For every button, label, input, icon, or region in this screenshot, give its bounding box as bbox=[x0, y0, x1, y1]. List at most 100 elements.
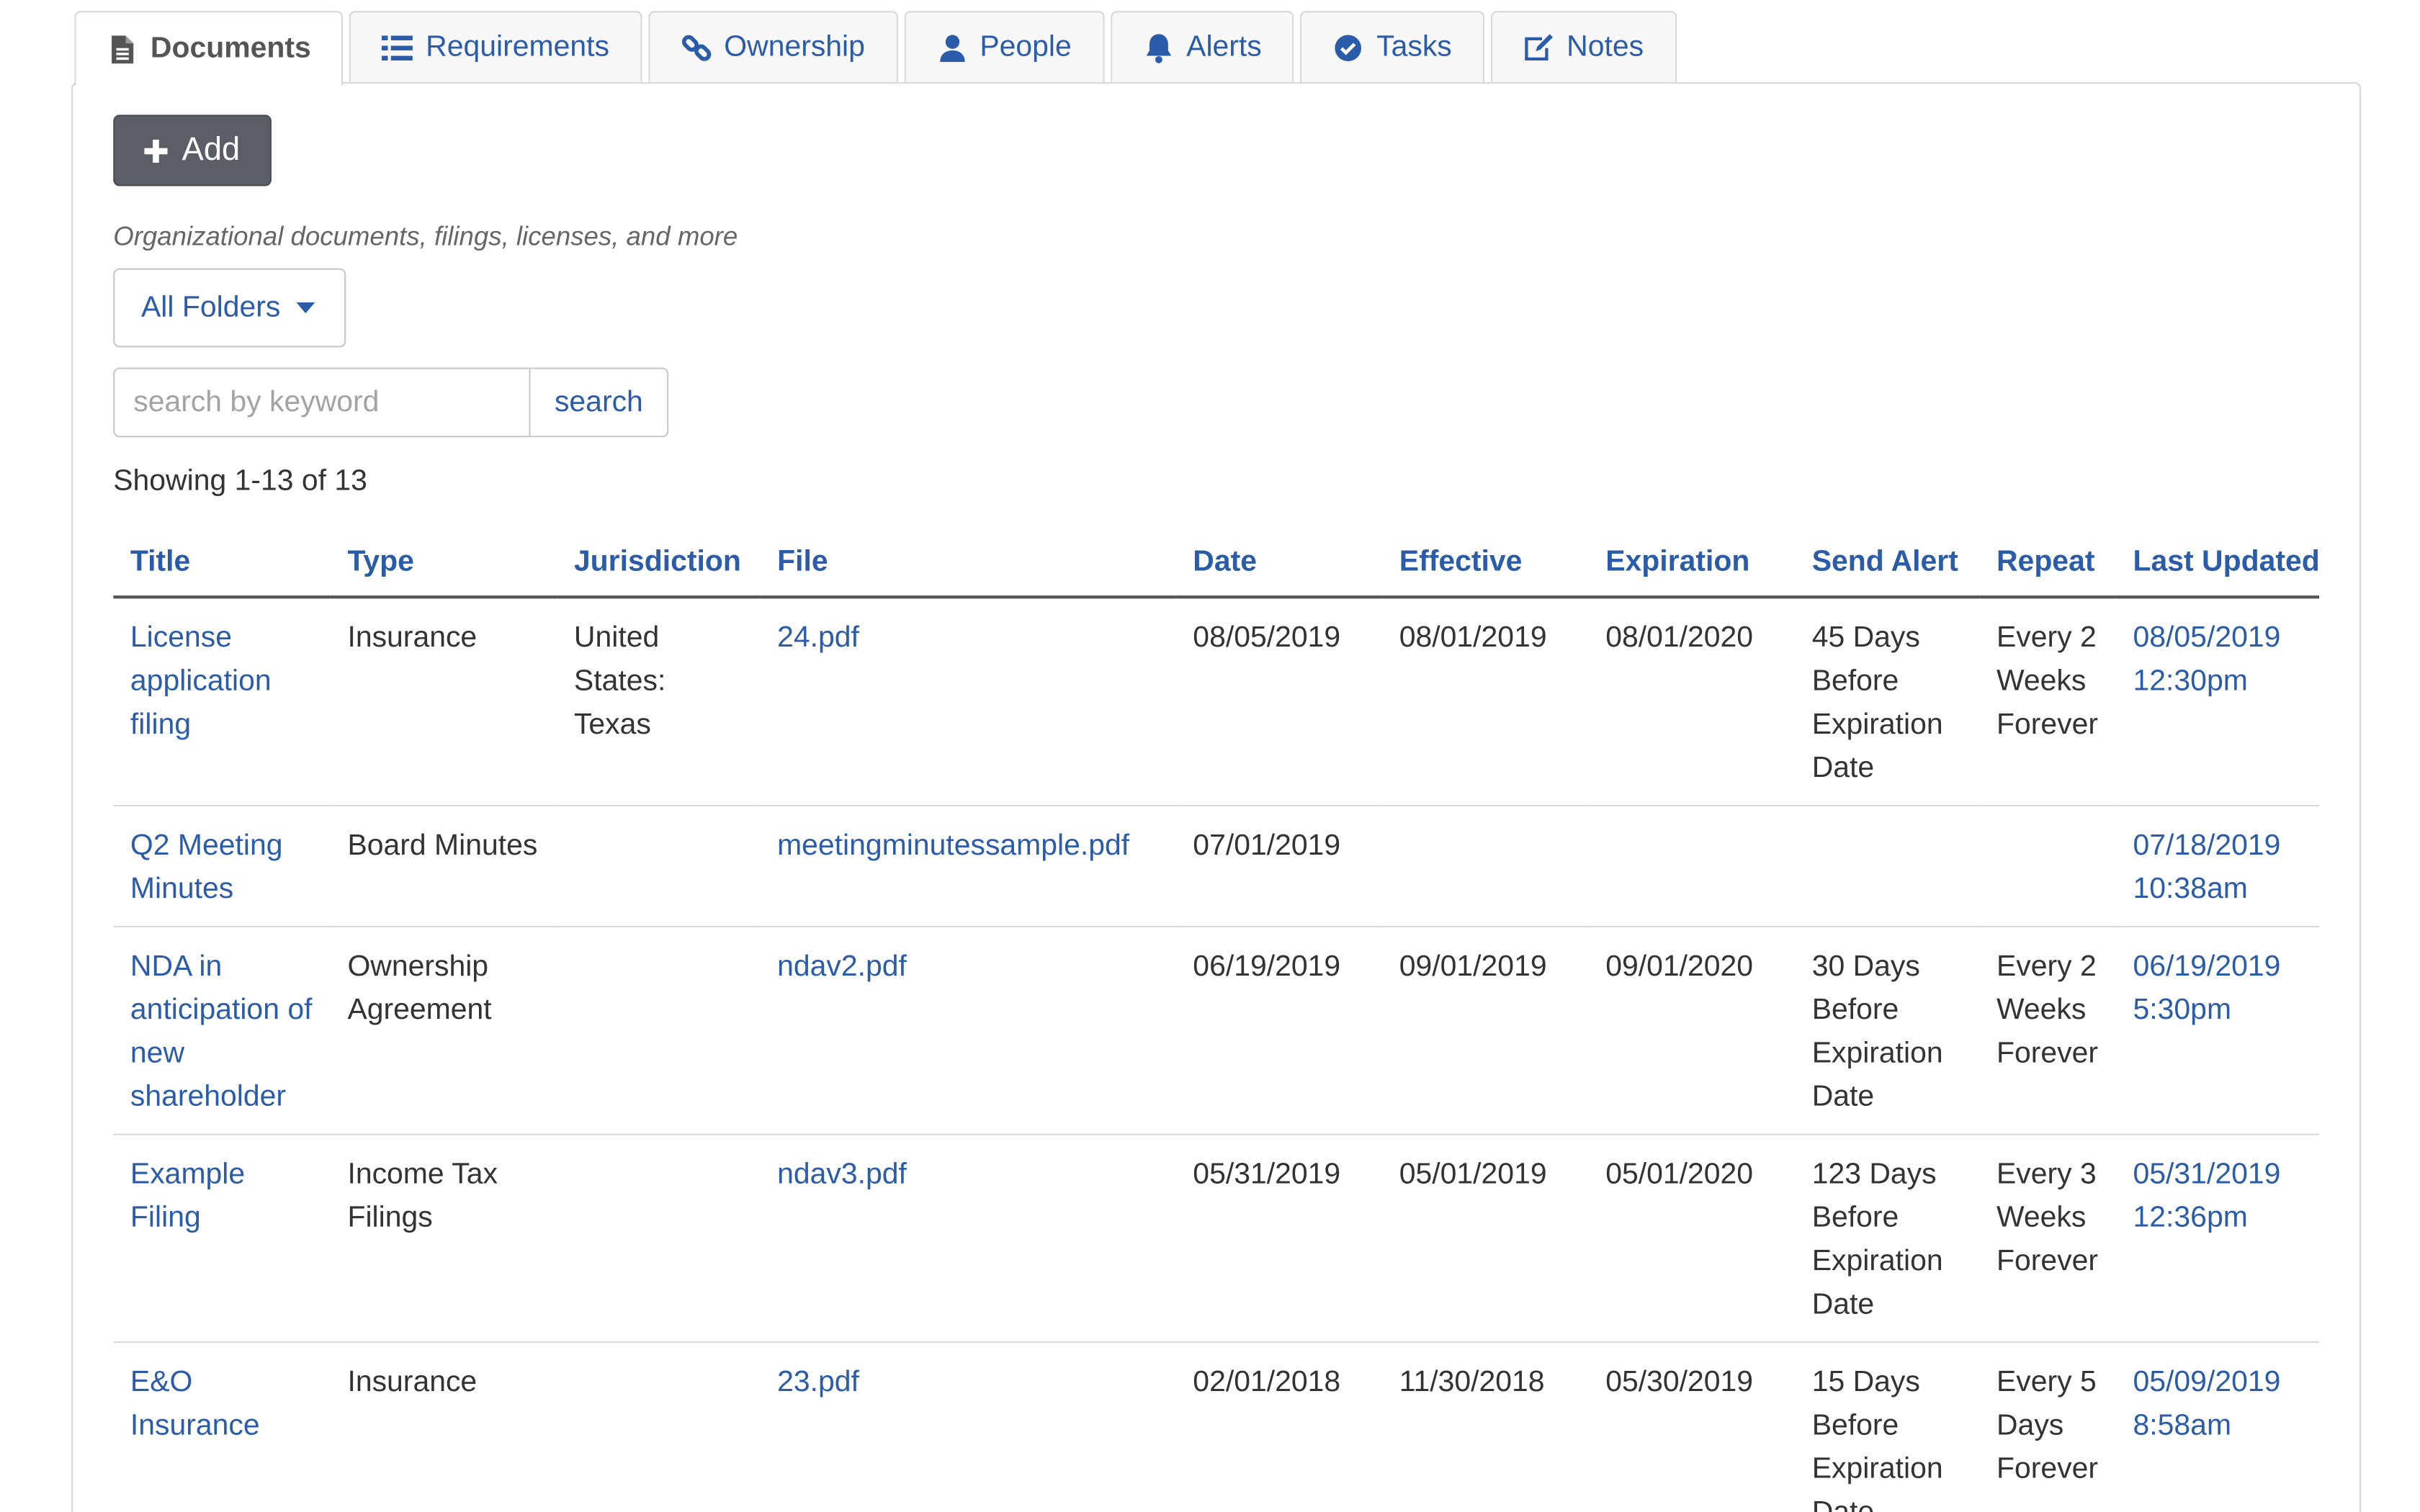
document-jurisdiction: United States: Texas bbox=[557, 597, 761, 806]
list-icon bbox=[382, 32, 413, 63]
document-title-link[interactable]: Example Filing bbox=[130, 1158, 245, 1235]
document-date: 02/01/2018 bbox=[1175, 1342, 1383, 1512]
document-title-link[interactable]: NDA in anticipation of new shareholder bbox=[130, 950, 313, 1113]
document-type: Insurance bbox=[330, 597, 557, 806]
document-last-updated-link[interactable]: 05/31/2019 12:36pm bbox=[2133, 1158, 2281, 1235]
add-button[interactable]: Add bbox=[113, 114, 272, 186]
document-date: 05/31/2019 bbox=[1175, 1134, 1383, 1344]
document-send-alert: 45 Days Before Expiration Date bbox=[1794, 597, 1980, 806]
tab-bar: Documents Requirements Ownership People … bbox=[74, 11, 1677, 86]
document-expiration: 05/30/2019 bbox=[1588, 1342, 1795, 1512]
documents-table: Title Type Jurisdiction File Date Effect… bbox=[113, 527, 2319, 1512]
person-icon bbox=[936, 32, 967, 63]
tab-alerts[interactable]: Alerts bbox=[1110, 11, 1295, 83]
document-expiration: 08/01/2020 bbox=[1588, 597, 1795, 806]
panel-subtitle: Organizational documents, filings, licen… bbox=[113, 221, 738, 251]
column-header-send-alert[interactable]: Send Alert bbox=[1794, 527, 1980, 599]
column-header-type[interactable]: Type bbox=[330, 527, 557, 599]
document-type: Board Minutes bbox=[330, 805, 557, 927]
document-expiration bbox=[1588, 805, 1795, 927]
document-repeat: Every 5 Days Forever bbox=[1979, 1342, 2116, 1512]
document-send-alert: 123 Days Before Expiration Date bbox=[1794, 1134, 1980, 1344]
column-header-repeat[interactable]: Repeat bbox=[1979, 527, 2116, 599]
document-last-updated-link[interactable]: 08/05/2019 12:30pm bbox=[2133, 622, 2281, 698]
tab-people[interactable]: People bbox=[903, 11, 1104, 83]
link-icon bbox=[681, 32, 712, 63]
table-row: E&O Insurance Insurance 23.pdf 02/01/201… bbox=[113, 1342, 2319, 1512]
documents-table-container: Title Type Jurisdiction File Date Effect… bbox=[113, 527, 2319, 1512]
document-repeat: Every 2 Weeks Forever bbox=[1979, 926, 2116, 1135]
document-last-updated-link[interactable]: 05/09/2019 8:58am bbox=[2133, 1367, 2281, 1443]
add-button-label: Add bbox=[182, 132, 241, 168]
folders-dropdown[interactable]: All Folders bbox=[113, 268, 346, 348]
results-count: Showing 1-13 of 13 bbox=[113, 465, 367, 498]
tab-label: Alerts bbox=[1186, 30, 1262, 63]
document-effective: 11/30/2018 bbox=[1382, 1342, 1589, 1512]
tab-ownership[interactable]: Ownership bbox=[647, 11, 898, 83]
document-type: Insurance bbox=[330, 1342, 557, 1512]
table-row: License application filing Insurance Uni… bbox=[113, 597, 2319, 806]
tab-documents[interactable]: Documents bbox=[74, 11, 344, 86]
column-header-expiration[interactable]: Expiration bbox=[1588, 527, 1795, 599]
column-header-file[interactable]: File bbox=[760, 527, 1176, 599]
tab-label: People bbox=[980, 30, 1072, 63]
document-repeat bbox=[1979, 805, 2116, 927]
tab-label: Ownership bbox=[724, 30, 865, 63]
document-send-alert: 30 Days Before Expiration Date bbox=[1794, 926, 1980, 1135]
document-last-updated-link[interactable]: 06/19/2019 5:30pm bbox=[2133, 950, 2281, 1027]
document-effective: 08/01/2019 bbox=[1382, 597, 1589, 806]
document-file-link[interactable]: meetingminutessample.pdf bbox=[777, 829, 1129, 862]
document-repeat: Every 2 Weeks Forever bbox=[1979, 597, 2116, 806]
document-type: Ownership Agreement bbox=[330, 926, 557, 1135]
document-type: Income Tax Filings bbox=[330, 1134, 557, 1344]
tab-label: Notes bbox=[1567, 30, 1644, 63]
table-row: Q2 Meeting Minutes Board Minutes meeting… bbox=[113, 805, 2319, 927]
document-expiration: 05/01/2020 bbox=[1588, 1134, 1795, 1344]
tab-label: Tasks bbox=[1376, 30, 1452, 63]
document-file-link[interactable]: ndav2.pdf bbox=[777, 950, 907, 983]
document-date: 08/05/2019 bbox=[1175, 597, 1383, 806]
column-header-title[interactable]: Title bbox=[113, 527, 331, 599]
table-row: Example Filing Income Tax Filings ndav3.… bbox=[113, 1134, 2319, 1344]
tab-notes[interactable]: Notes bbox=[1490, 11, 1677, 83]
document-last-updated-link[interactable]: 07/18/2019 10:38am bbox=[2133, 829, 2281, 906]
edit-icon bbox=[1523, 32, 1554, 63]
column-header-jurisdiction[interactable]: Jurisdiction bbox=[557, 527, 761, 599]
document-date: 07/01/2019 bbox=[1175, 805, 1383, 927]
folders-dropdown-label: All Folders bbox=[140, 290, 281, 324]
document-send-alert: 15 Days Before Expiration Date bbox=[1794, 1342, 1980, 1512]
document-icon bbox=[107, 33, 138, 64]
column-header-effective[interactable]: Effective bbox=[1382, 527, 1589, 599]
tab-requirements[interactable]: Requirements bbox=[349, 11, 642, 83]
document-jurisdiction bbox=[557, 805, 761, 927]
search-button[interactable]: search bbox=[530, 367, 669, 438]
document-repeat: Every 3 Weeks Forever bbox=[1979, 1134, 2116, 1344]
document-title-link[interactable]: Q2 Meeting Minutes bbox=[130, 829, 283, 906]
check-circle-icon bbox=[1333, 32, 1364, 63]
document-file-link[interactable]: 23.pdf bbox=[777, 1367, 859, 1399]
bell-icon bbox=[1143, 32, 1174, 63]
tab-label: Documents bbox=[150, 32, 311, 65]
document-date: 06/19/2019 bbox=[1175, 926, 1383, 1135]
document-jurisdiction bbox=[557, 926, 761, 1135]
tab-tasks[interactable]: Tasks bbox=[1300, 11, 1485, 83]
table-header-row: Title Type Jurisdiction File Date Effect… bbox=[113, 527, 2319, 599]
table-row: NDA in anticipation of new shareholder O… bbox=[113, 926, 2319, 1135]
column-header-last-updated[interactable]: Last Updated bbox=[2115, 527, 2319, 599]
caret-down-icon bbox=[295, 302, 315, 314]
document-jurisdiction bbox=[557, 1342, 761, 1512]
document-title-link[interactable]: License application filing bbox=[130, 622, 272, 742]
document-effective: 05/01/2019 bbox=[1382, 1134, 1589, 1344]
document-effective: 09/01/2019 bbox=[1382, 926, 1589, 1135]
search-input[interactable] bbox=[113, 367, 531, 438]
tab-label: Requirements bbox=[426, 30, 609, 63]
document-jurisdiction bbox=[557, 1134, 761, 1344]
document-file-link[interactable]: 24.pdf bbox=[777, 622, 859, 654]
document-file-link[interactable]: ndav3.pdf bbox=[777, 1158, 907, 1191]
column-header-date[interactable]: Date bbox=[1175, 527, 1383, 599]
document-expiration: 09/01/2020 bbox=[1588, 926, 1795, 1135]
search-bar: search bbox=[113, 367, 669, 438]
document-title-link[interactable]: E&O Insurance bbox=[130, 1367, 260, 1443]
page: Documents Requirements Ownership People … bbox=[0, 0, 2420, 1512]
plus-icon bbox=[144, 138, 169, 163]
